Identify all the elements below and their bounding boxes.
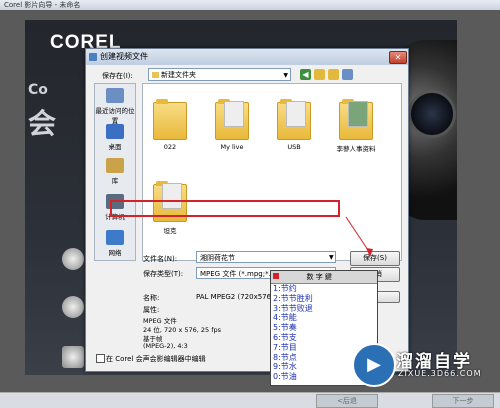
background-text: Co (28, 82, 48, 98)
library-icon (106, 158, 124, 173)
back-arrow-icon[interactable]: ◀ (300, 69, 311, 80)
next-button[interactable]: 下一步 (432, 394, 494, 408)
ime-title: 数 字 鍵 (306, 273, 332, 281)
ime-candidate[interactable]: 3:节节败退 (271, 304, 377, 314)
view-menu-icon[interactable] (342, 69, 353, 80)
folder-icon (339, 99, 373, 140)
tape-icon[interactable] (62, 248, 84, 270)
edit-checkbox[interactable] (96, 354, 105, 363)
back-button[interactable]: <后退 (316, 394, 378, 408)
ime-candidate[interactable]: 6:节支 (271, 333, 377, 343)
folder-icon (277, 99, 311, 140)
camera-lens-graphic (408, 90, 456, 138)
dialog-title: 创建视频文件 (86, 49, 408, 65)
folder-item[interactable]: 李蓼人事资料 (335, 99, 377, 153)
folder-icon (215, 99, 249, 140)
filename-label: 文件名(N): (143, 255, 178, 263)
recent-icon (106, 88, 124, 103)
name-value: PAL MPEG2 (720x576 (196, 293, 272, 301)
place-library[interactable]: 库 (95, 158, 135, 185)
watermark-url: ZIXUE.3D66.COM (398, 369, 482, 378)
chevron-down-icon[interactable]: ▼ (329, 254, 334, 261)
ime-candidate[interactable]: 1:节约 (271, 284, 377, 294)
place-network[interactable]: 网络 (95, 230, 135, 257)
ime-candidate[interactable]: 2:节节胜利 (271, 294, 377, 304)
monitor-icon[interactable] (62, 346, 84, 368)
filename-input[interactable]: 湘阴荷花节 (196, 251, 336, 263)
folder-icon (152, 72, 159, 78)
filename-highlight (110, 200, 340, 217)
new-folder-icon[interactable] (328, 69, 339, 80)
place-desktop[interactable]: 桌面 (95, 124, 135, 151)
save-in-value: 新建文件夹 (161, 71, 196, 79)
play-icon: ▶ (352, 343, 396, 387)
background-text-large: 会 (28, 107, 57, 140)
disc-icon[interactable] (62, 296, 84, 318)
edit-checkbox-label: 在 Corel 会声会影编辑器中编辑 (106, 355, 206, 363)
chevron-down-icon: ▼ (283, 72, 288, 79)
name-label: 名称: (143, 294, 160, 302)
folder-item[interactable]: My live (211, 99, 253, 151)
network-icon (106, 230, 124, 245)
properties-line: (MPEG-2), 4:3 (143, 342, 188, 350)
app-titlebar: Corel 影片向导 - 未命名 (0, 0, 500, 10)
filetype-label: 保存类型(T): (143, 270, 184, 278)
options-button[interactable] (376, 291, 400, 303)
folder-item[interactable]: 022 (149, 99, 191, 151)
save-in-select[interactable]: 新建文件夹 ▼ (148, 68, 291, 81)
ime-candidate[interactable]: 4:节能 (271, 313, 377, 323)
places-bar: 最近访问的位置 桌面 库 计算机 网络 (94, 83, 136, 261)
save-in-label: 保存在(I): (102, 72, 133, 80)
app-bottom-bar (0, 392, 500, 408)
place-recent[interactable]: 最近访问的位置 (95, 88, 135, 125)
up-folder-icon[interactable] (314, 69, 325, 80)
properties-label: 属性: (143, 306, 160, 314)
dialog-app-icon (89, 53, 97, 61)
ime-candidate[interactable]: 5:节奏 (271, 323, 377, 333)
folder-item[interactable]: USB (273, 99, 315, 151)
folder-icon (153, 99, 187, 140)
desktop-icon (106, 124, 124, 139)
ime-logo-icon (273, 273, 279, 279)
annotation-arrow (345, 216, 373, 257)
close-button[interactable]: ✕ (389, 51, 407, 64)
